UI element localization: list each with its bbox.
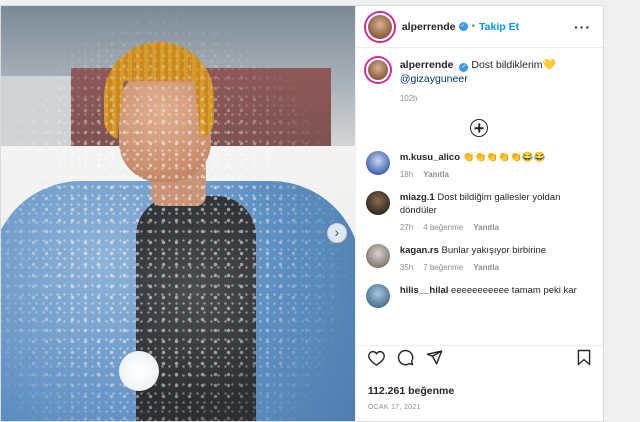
avatar[interactable] (365, 284, 390, 308)
photo-snow-clump (119, 351, 159, 391)
verified-badge-icon: ✓ (459, 63, 469, 72)
post-photo[interactable]: › (1, 6, 355, 421)
comment-item: kagan.rs Bunlar yakışıyor birbirine 35h … (365, 244, 593, 272)
photo-snow-dust (1, 6, 355, 421)
comment-item: miazg.1 Dost bildiğim gallesler yoldan d… (365, 191, 593, 232)
separator-dot: • (471, 21, 476, 32)
instagram-post: › alperrende ✓ • Takip Et ··· alperrende… (0, 5, 604, 422)
chevron-right-icon[interactable]: › (326, 223, 347, 243)
comment-meta: 27h 4 beğenme Yanıtla (400, 223, 593, 232)
comments-section[interactable]: alperrende ✓ Dost bildiklerim💛 @gizaygun… (356, 48, 603, 345)
comment-meta: 35h 7 beğenme Yanıtla (400, 263, 546, 272)
header-username[interactable]: alperrende (402, 21, 456, 33)
avatar[interactable] (365, 58, 390, 82)
post-sidebar: alperrende ✓ • Takip Et ··· alperrende ✓… (354, 6, 603, 421)
comment-username[interactable]: kagan.rs (400, 245, 439, 256)
comment-item: m.kusu_alico 👏👏👏👏👏😂😂 18h Yanıtla (365, 151, 593, 179)
comment-time: 27h (399, 223, 414, 232)
comment-text: eeeeeeeeeee tamam peki kar (451, 285, 577, 296)
avatar[interactable] (365, 151, 390, 175)
comment-text: Bunlar yakışıyor birbirine (441, 245, 547, 256)
avatar[interactable] (365, 191, 390, 215)
avatar[interactable] (365, 244, 390, 268)
comment-item: hilis__hilal eeeeeeeeeee tamam peki kar (365, 284, 593, 308)
avatar[interactable] (365, 12, 394, 41)
comment-text-block: m.kusu_alico 👏👏👏👏👏😂😂 (400, 151, 546, 164)
reply-button[interactable]: Yanıtla (473, 263, 499, 272)
follow-button[interactable]: Takip Et (479, 21, 519, 33)
reply-button[interactable]: Yanıtla (423, 170, 449, 179)
caption-username[interactable]: alperrende (400, 59, 454, 71)
caption-text-block: alperrende ✓ Dost bildiklerim💛 @gizaygun… (400, 58, 556, 86)
comment-likes[interactable]: 7 beğenme (423, 263, 463, 272)
post-date: OCAK 17, 2021 (367, 404, 421, 411)
caption-time: 102h (399, 94, 418, 103)
plus-circle-icon[interactable] (470, 119, 489, 137)
comment-text-block: miazg.1 Dost bildiğim gallesler yoldan d… (400, 191, 593, 217)
comment-icon[interactable] (397, 349, 414, 366)
paper-plane-icon[interactable] (426, 349, 443, 366)
comment-time: 35h (399, 263, 414, 272)
caption: alperrende ✓ Dost bildiklerim💛 @gizaygun… (365, 58, 593, 103)
reply-button[interactable]: Yanıtla (473, 223, 499, 232)
caption-mention[interactable]: @gizayguneer (400, 73, 468, 85)
comment-text: 👏👏👏👏👏😂😂 (462, 152, 546, 163)
comment-username[interactable]: m.kusu_alico (400, 152, 460, 163)
comment-likes[interactable]: 4 beğenme (423, 223, 463, 232)
post-actions (355, 345, 603, 369)
comment-time: 18h (399, 170, 414, 179)
comment-text-block: kagan.rs Bunlar yakışıyor birbirine (400, 244, 546, 257)
bookmark-icon[interactable] (577, 349, 591, 366)
comment-username[interactable]: hilis__hilal (400, 285, 449, 296)
heart-icon[interactable] (367, 350, 385, 366)
caption-text: Dost bildiklerim💛 (471, 59, 556, 71)
verified-badge-icon: ✓ (458, 22, 468, 31)
comment-username[interactable]: miazg.1 (400, 192, 435, 203)
post-header: alperrende ✓ • Takip Et ··· (355, 6, 603, 48)
ellipsis-icon[interactable]: ··· (574, 19, 591, 35)
comment-meta: 18h Yanıtla (400, 170, 546, 179)
like-count[interactable]: 112.261 beğenme (368, 385, 454, 397)
load-more-comments (366, 119, 593, 137)
comment-text-block: hilis__hilal eeeeeeeeeee tamam peki kar (400, 284, 577, 297)
